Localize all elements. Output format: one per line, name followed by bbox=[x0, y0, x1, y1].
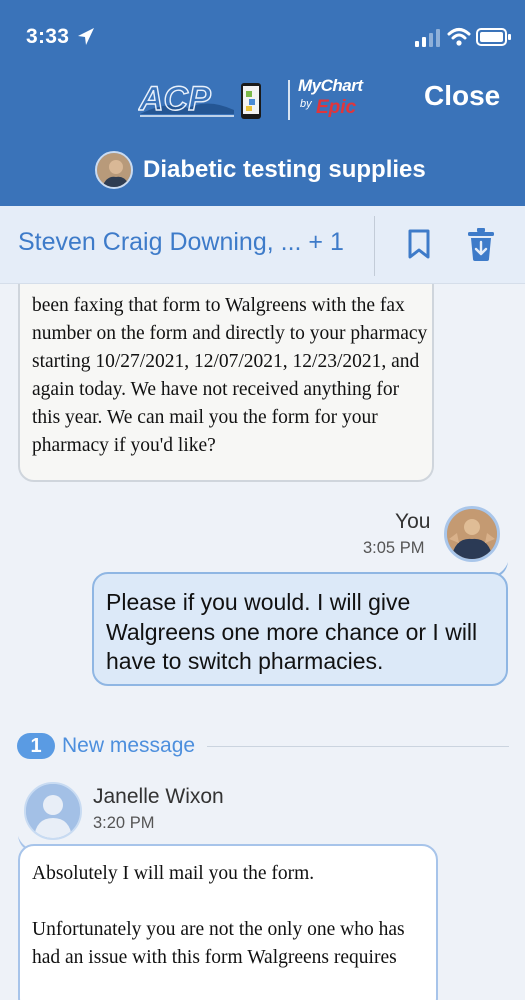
status-bar: 3:33 bbox=[0, 0, 525, 72]
phone-icon bbox=[241, 83, 261, 119]
recipients-link[interactable]: Steven Craig Downing, ... + 1 bbox=[18, 228, 344, 257]
bookmark-icon[interactable] bbox=[404, 228, 434, 260]
message-time: 3:05 PM bbox=[363, 539, 425, 557]
new-message-label: New message bbox=[62, 734, 196, 757]
incoming-message-bubble: been faxing that form to Walgreens with … bbox=[18, 284, 434, 482]
avatar bbox=[444, 506, 500, 562]
epic-logo-text: Epic bbox=[316, 97, 357, 118]
outgoing-message-bubble: Please if you would. I will give Walgree… bbox=[92, 572, 508, 686]
message-text: Absolutely I will mail you the form. Unf… bbox=[32, 863, 405, 968]
message-time: 3:20 PM bbox=[93, 814, 155, 832]
acp-logo: ACP bbox=[138, 80, 234, 119]
battery-icon bbox=[476, 28, 511, 46]
incoming-message-bubble: Absolutely I will mail you the form. Unf… bbox=[18, 844, 438, 1000]
person-photo-icon bbox=[447, 509, 497, 559]
acp-logo-text: ACP bbox=[138, 80, 211, 118]
person-photo-icon bbox=[97, 153, 131, 187]
avatar bbox=[95, 151, 133, 189]
conversation-title: Diabetic testing supplies bbox=[95, 150, 426, 190]
sender-name: Janelle Wixon bbox=[93, 785, 224, 808]
app-header: 3:33 ACP MyChart by Epic Close Diabetic … bbox=[0, 0, 525, 206]
message-text: been faxing that form to Walgreens with … bbox=[32, 295, 428, 456]
sender-name: You bbox=[395, 510, 431, 533]
new-message-divider: 1 New message bbox=[17, 733, 509, 759]
close-button[interactable]: Close bbox=[424, 80, 500, 112]
mychart-logo: MyChart by Epic bbox=[298, 76, 378, 124]
avatar bbox=[24, 782, 82, 840]
mychart-by-text: by bbox=[300, 98, 312, 110]
user-placeholder-icon bbox=[26, 784, 80, 838]
recipients-divider bbox=[374, 216, 375, 276]
message-text: Please if you would. I will give Walgree… bbox=[106, 589, 478, 674]
signal-icon bbox=[415, 29, 440, 47]
status-time: 3:33 bbox=[26, 25, 70, 48]
message-thread[interactable]: been faxing that form to Walgreens with … bbox=[0, 284, 525, 1000]
new-message-count-badge: 1 bbox=[17, 733, 55, 759]
logo-divider bbox=[288, 80, 290, 120]
recipients-bar: Steven Craig Downing, ... + 1 bbox=[0, 206, 525, 284]
trash-icon[interactable] bbox=[465, 226, 497, 262]
wifi-icon bbox=[447, 28, 471, 46]
mychart-logo-text: MyChart bbox=[298, 76, 363, 95]
location-arrow-icon bbox=[78, 28, 94, 45]
conversation-title-text: Diabetic testing supplies bbox=[143, 156, 426, 183]
divider-line bbox=[207, 745, 509, 747]
